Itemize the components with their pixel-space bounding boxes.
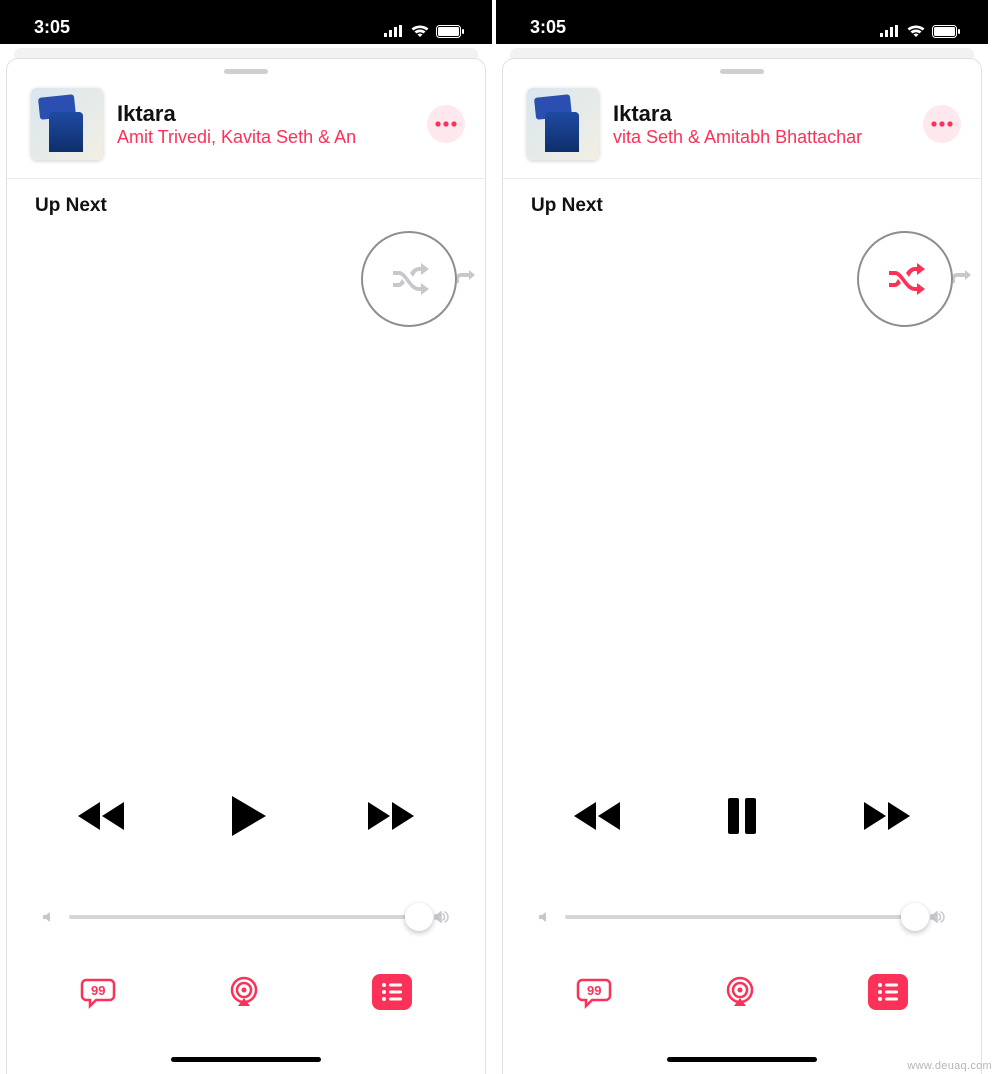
battery-icon: [932, 25, 960, 38]
now-playing-row: Iktara vita Seth & Amitabh Bhattachar: [503, 88, 981, 179]
volume-thumb[interactable]: [405, 903, 433, 931]
now-playing-row: Iktara Amit Trivedi, Kavita Seth & An: [7, 88, 485, 179]
volume-low-icon: [537, 910, 551, 924]
lyrics-button[interactable]: 99: [576, 974, 612, 1010]
phone-screen-right: 3:05 Iktara vita Seth & Amitabh Bhattach…: [496, 0, 992, 1074]
queue-icon: [876, 980, 900, 1004]
volume-low-icon: [41, 910, 55, 924]
watermark: www.deuaq.com: [907, 1060, 992, 1072]
airplay-button[interactable]: [722, 974, 758, 1010]
up-next-header: Up Next: [503, 179, 981, 217]
up-next-label: Up Next: [35, 195, 107, 217]
up-next-label: Up Next: [531, 195, 603, 217]
shuffle-highlight-circle: [857, 231, 953, 327]
sheet-grabber[interactable]: [224, 69, 268, 74]
status-indicators: [880, 24, 960, 38]
track-meta[interactable]: Iktara vita Seth & Amitabh Bhattachar: [613, 101, 909, 148]
lyrics-icon: 99: [576, 974, 612, 1010]
cellular-icon: [880, 25, 900, 37]
volume-high-icon: [929, 910, 947, 924]
forward-icon: [364, 790, 416, 842]
now-playing-card: Iktara Amit Trivedi, Kavita Seth & An Up…: [6, 58, 486, 1074]
album-art[interactable]: [527, 88, 599, 160]
pause-button[interactable]: [716, 790, 768, 842]
now-playing-card: Iktara vita Seth & Amitabh Bhattachar Up…: [502, 58, 982, 1074]
up-next-header: Up Next: [7, 179, 485, 217]
next-button[interactable]: [364, 790, 416, 842]
play-button[interactable]: [220, 790, 272, 842]
more-button[interactable]: [923, 105, 961, 143]
volume-track[interactable]: [565, 915, 915, 919]
status-bar: 3:05: [0, 0, 492, 44]
volume-slider[interactable]: [537, 910, 947, 924]
volume-thumb[interactable]: [901, 903, 929, 931]
queue-button[interactable]: [372, 974, 412, 1010]
track-meta[interactable]: Iktara Amit Trivedi, Kavita Seth & An: [117, 101, 413, 148]
home-indicator[interactable]: [171, 1057, 321, 1062]
airplay-icon: [722, 974, 758, 1010]
queue-button[interactable]: [868, 974, 908, 1010]
repeat-icon: [457, 269, 477, 295]
volume-track[interactable]: [69, 915, 419, 919]
play-icon: [220, 790, 272, 842]
forward-icon: [860, 790, 912, 842]
track-artist: vita Seth & Amitabh Bhattachar: [613, 127, 909, 148]
status-time: 3:05: [530, 17, 566, 38]
repeat-icon: [953, 269, 973, 295]
backward-icon: [572, 790, 624, 842]
ellipsis-icon: [435, 121, 457, 127]
track-artist: Amit Trivedi, Kavita Seth & An: [117, 127, 413, 148]
album-art[interactable]: [31, 88, 103, 160]
home-indicator[interactable]: [667, 1057, 817, 1062]
repeat-button-partial[interactable]: [457, 269, 477, 295]
phone-screen-left: 3:05 Iktara Amit Trivedi, Kavita Seth & …: [0, 0, 496, 1074]
airplay-icon: [226, 974, 262, 1010]
next-button[interactable]: [860, 790, 912, 842]
shuffle-icon[interactable]: [387, 257, 431, 301]
queue-icon: [380, 980, 404, 1004]
shuffle-icon[interactable]: [883, 257, 927, 301]
track-title: Iktara: [117, 101, 413, 127]
bottom-actions: 99: [503, 974, 981, 1010]
svg-text:99: 99: [587, 983, 601, 998]
previous-button[interactable]: [572, 790, 624, 842]
cellular-icon: [384, 25, 404, 37]
previous-button[interactable]: [76, 790, 128, 842]
shuffle-highlight-circle: [361, 231, 457, 327]
status-time: 3:05: [34, 17, 70, 38]
volume-slider[interactable]: [41, 910, 451, 924]
more-button[interactable]: [427, 105, 465, 143]
wifi-icon: [906, 24, 926, 38]
airplay-button[interactable]: [226, 974, 262, 1010]
ellipsis-icon: [931, 121, 953, 127]
lyrics-icon: 99: [80, 974, 116, 1010]
status-bar: 3:05: [496, 0, 988, 44]
svg-text:99: 99: [91, 983, 105, 998]
lyrics-button[interactable]: 99: [80, 974, 116, 1010]
repeat-button-partial[interactable]: [953, 269, 973, 295]
playback-controls: [503, 790, 981, 842]
pause-icon: [716, 790, 768, 842]
playback-controls: [7, 790, 485, 842]
battery-icon: [436, 25, 464, 38]
status-indicators: [384, 24, 464, 38]
bottom-actions: 99: [7, 974, 485, 1010]
track-title: Iktara: [613, 101, 909, 127]
sheet-grabber[interactable]: [720, 69, 764, 74]
volume-high-icon: [433, 910, 451, 924]
wifi-icon: [410, 24, 430, 38]
backward-icon: [76, 790, 128, 842]
